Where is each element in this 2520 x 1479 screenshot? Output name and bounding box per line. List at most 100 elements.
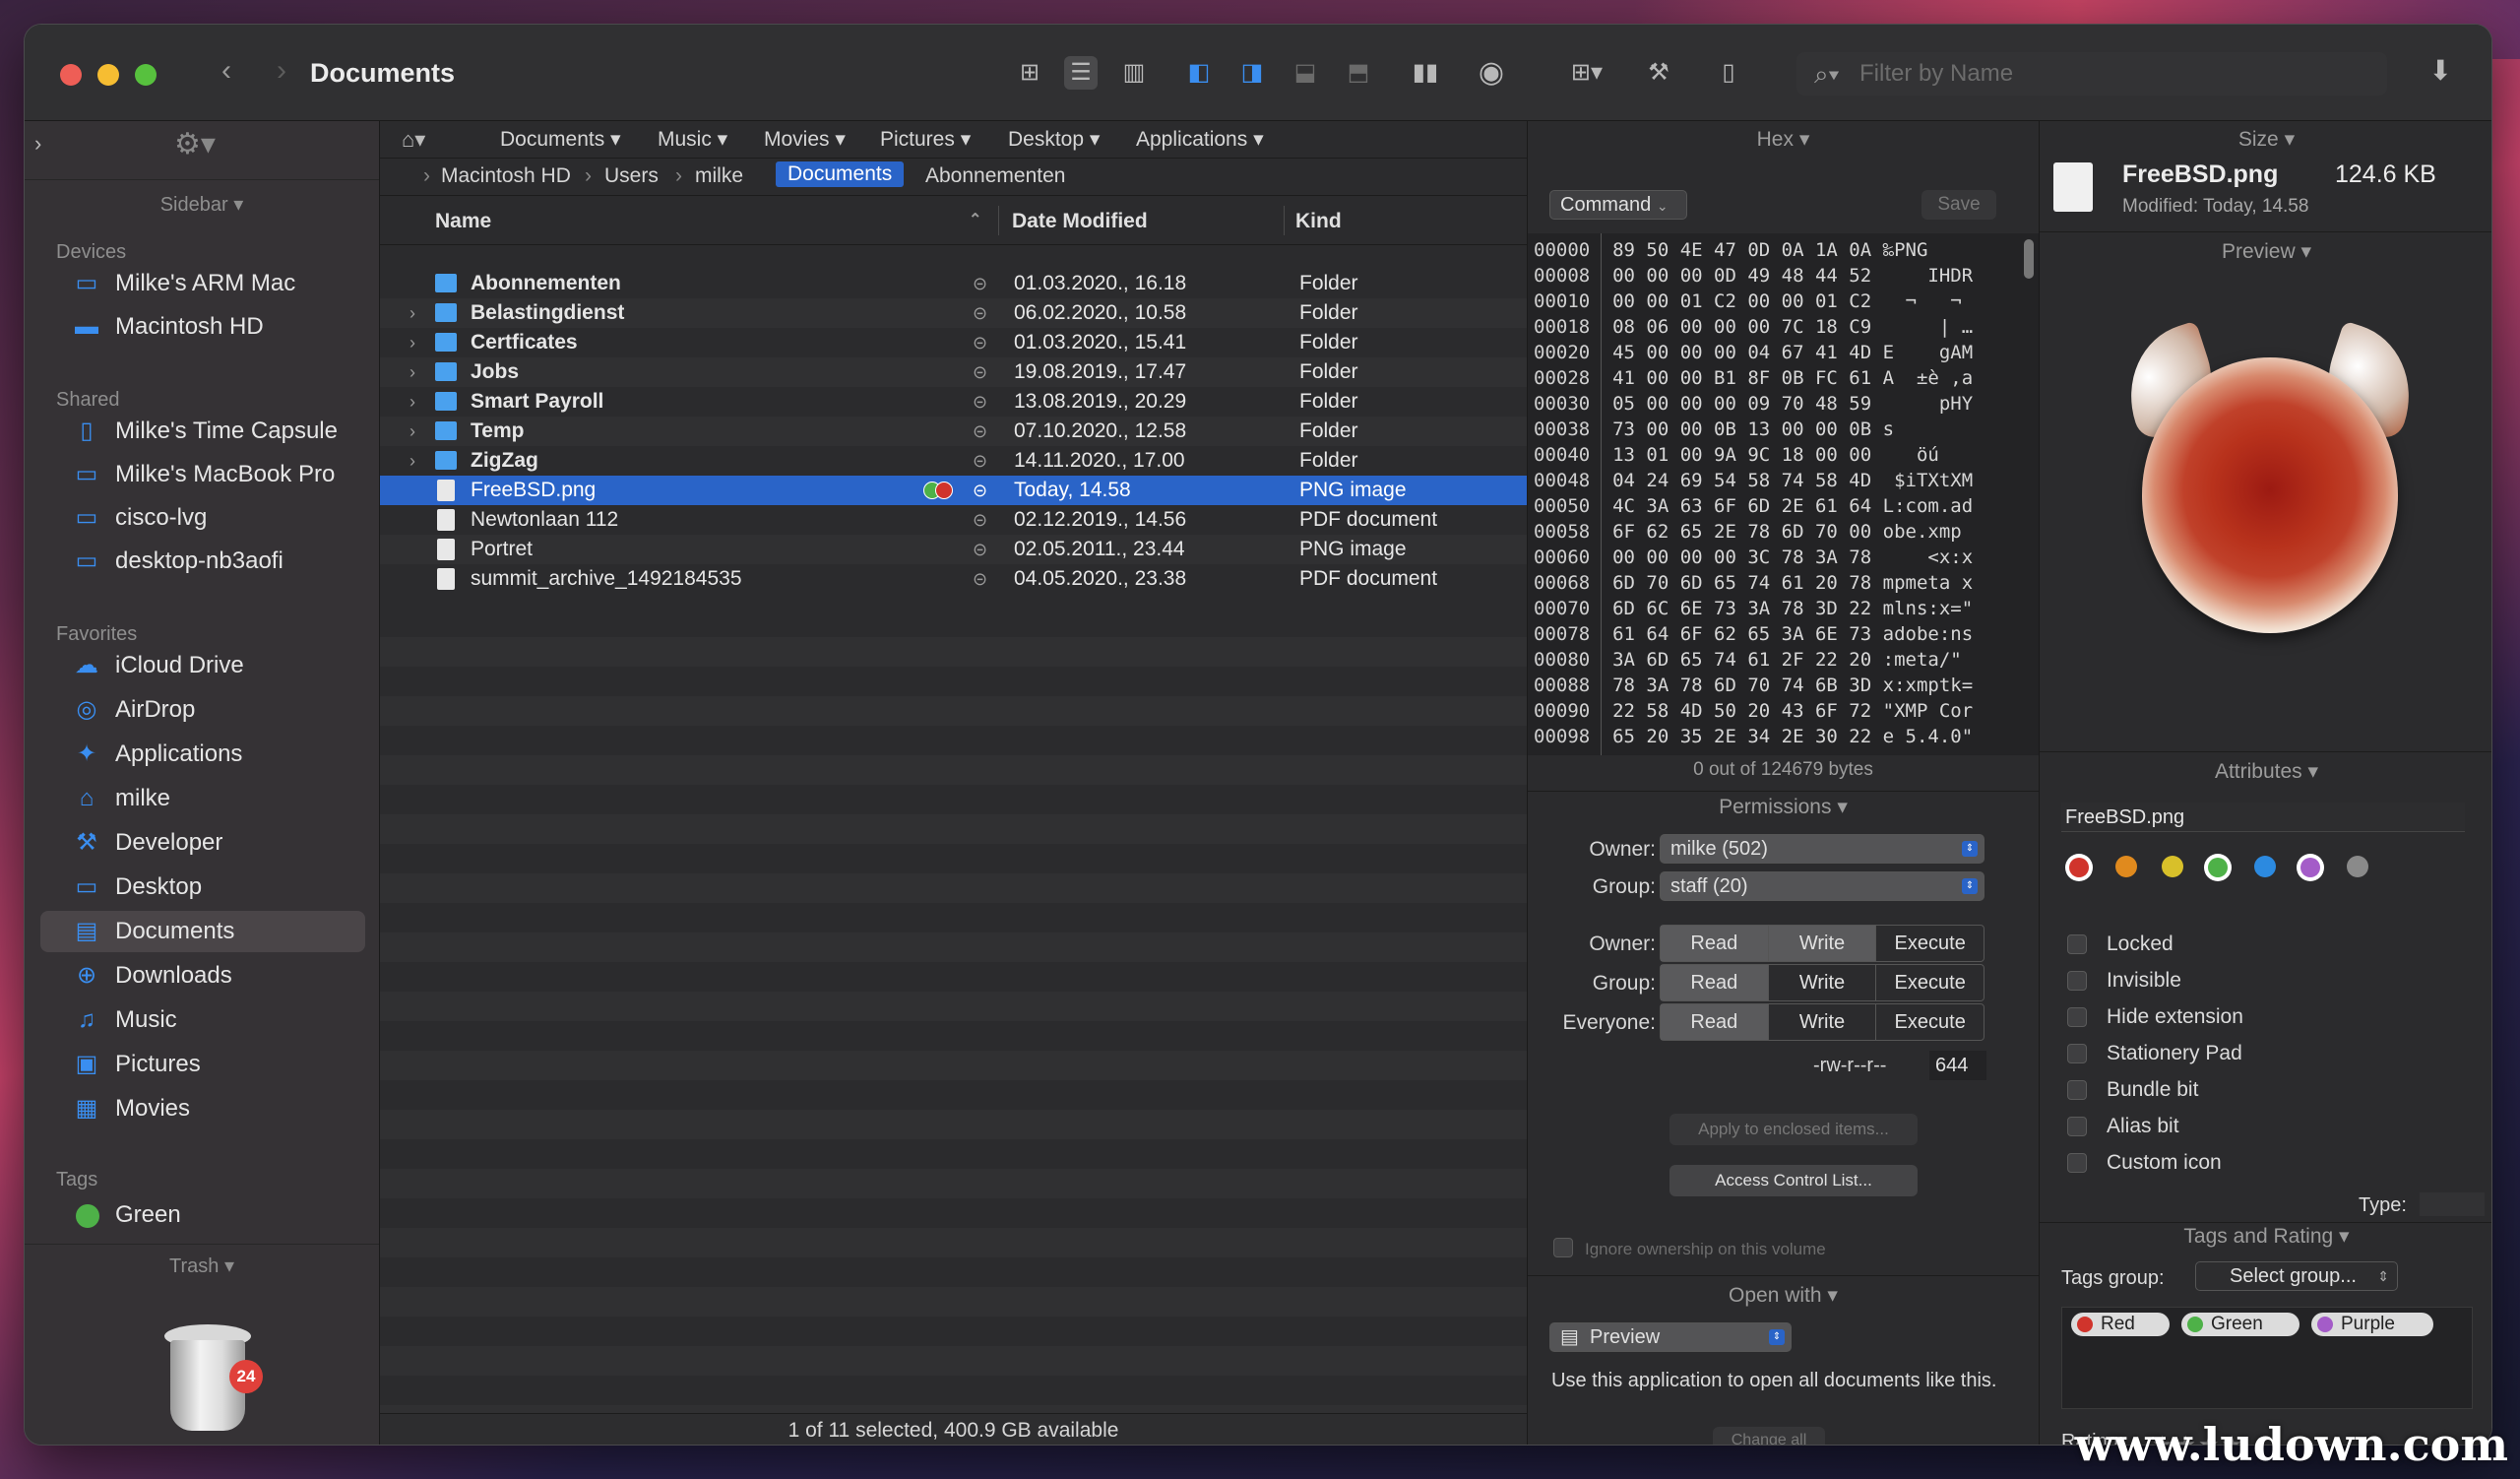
sidebar-item-cisco-lvg[interactable]: ▭ cisco-lvg <box>40 497 365 539</box>
gear-icon[interactable]: ⚙▾ <box>174 127 216 161</box>
attributes-name-field[interactable]: FreeBSD.png <box>2061 803 2465 832</box>
quick-look-eye-icon[interactable]: ◉ <box>1470 56 1513 90</box>
group-read-toggle[interactable]: Read <box>1661 965 1769 1000</box>
table-row[interactable]: › ZigZag ⊝ 14.11.2020., 17.00 Folder <box>380 446 1527 476</box>
alias-bit-checkbox[interactable] <box>2067 1117 2087 1136</box>
breadcrumb-documents[interactable]: Documents <box>776 161 905 187</box>
icon-view-icon[interactable]: ⊞ <box>1013 56 1046 90</box>
reveal-arrow-icon[interactable]: ⊝ <box>973 298 987 328</box>
tags-group-select[interactable]: Select group... ⇕ <box>2195 1261 2398 1291</box>
dual-pane-icon[interactable]: ▮▮ <box>1409 56 1442 90</box>
close-button[interactable] <box>60 64 82 86</box>
forward-button[interactable]: › <box>267 54 296 88</box>
owner-execute-toggle[interactable]: Execute <box>1876 926 1984 961</box>
reveal-arrow-icon[interactable]: ⊝ <box>973 387 987 417</box>
left-panel-toggle-icon[interactable]: ◧ <box>1182 56 1216 90</box>
home-icon[interactable]: ⌂▾ <box>402 127 425 153</box>
hex-header[interactable]: Hex ▾ <box>1528 127 2039 152</box>
hex-mode-popup[interactable]: Command ⌄ <box>1549 190 1687 220</box>
empty-list-area[interactable] <box>380 608 1527 1415</box>
favbar-pictures[interactable]: Pictures ▾ <box>880 127 971 152</box>
back-button[interactable]: ‹ <box>212 54 241 88</box>
column-divider[interactable] <box>998 206 999 235</box>
sidebar-item-desktop-nb3aofi[interactable]: ▭ desktop-nb3aofi <box>40 541 365 582</box>
sidebar-item-music[interactable]: ♫ Music <box>40 999 365 1041</box>
sidebar-item-applications[interactable]: ✦ Applications <box>40 734 365 775</box>
sidebar-item-documents[interactable]: ▤ Documents <box>40 911 365 952</box>
invisible-checkbox[interactable] <box>2067 971 2087 991</box>
label-color-swatch[interactable] <box>2162 856 2183 877</box>
bottom-panel-icon[interactable]: ⬓ <box>1289 56 1322 90</box>
sidebar-item-developer[interactable]: ⚒ Developer <box>40 822 365 864</box>
sidebar-item-desktop[interactable]: ▭ Desktop <box>40 867 365 908</box>
sidebar-item-time-capsule[interactable]: ▯ Milke's Time Capsule <box>40 411 365 452</box>
bundle-bit-checkbox[interactable] <box>2067 1080 2087 1100</box>
new-document-icon[interactable]: ▯ <box>1712 56 1745 90</box>
disclosure-chevron-icon[interactable]: › <box>410 387 415 417</box>
sidebar-item-macbook-pro[interactable]: ▭ Milke's MacBook Pro <box>40 454 365 495</box>
owner-read-toggle[interactable]: Read <box>1661 926 1769 961</box>
owner-select[interactable]: milke (502) ⇕ <box>1660 834 1984 864</box>
reveal-arrow-icon[interactable]: ⊝ <box>973 328 987 357</box>
column-divider[interactable] <box>1284 206 1285 235</box>
table-row[interactable]: › Certficates ⊝ 01.03.2020., 15.41 Folder <box>380 328 1527 357</box>
reveal-arrow-icon[interactable]: ⊝ <box>973 357 987 387</box>
ignore-ownership-checkbox[interactable] <box>1553 1238 1573 1257</box>
hex-scrollbar[interactable] <box>2024 239 2034 279</box>
hide-extension-checkbox[interactable] <box>2067 1007 2087 1027</box>
table-row-selected[interactable]: FreeBSD.png ⊝ Today, 14.58 PNG image <box>380 476 1527 505</box>
apply-to-enclosed-button[interactable]: Apply to enclosed items... <box>1670 1114 1918 1145</box>
column-date-modified[interactable]: Date Modified <box>1012 210 1148 233</box>
everyone-write-toggle[interactable]: Write <box>1769 1004 1877 1040</box>
table-row[interactable]: summit_archive_1492184535 ⊝ 04.05.2020., 2… <box>380 564 1527 594</box>
reveal-arrow-icon[interactable]: ⊝ <box>973 476 987 505</box>
reveal-arrow-icon[interactable]: ⊝ <box>973 269 987 298</box>
breadcrumb-milke[interactable]: milke <box>695 164 743 188</box>
breadcrumb-macintosh-hd[interactable]: Macintosh HD <box>441 164 571 188</box>
sidebar-item-movies[interactable]: ▦ Movies <box>40 1088 365 1129</box>
label-color-swatch[interactable] <box>2069 858 2089 877</box>
favbar-applications[interactable]: Applications ▾ <box>1136 127 1264 152</box>
hex-save-button[interactable]: Save <box>1922 190 1996 220</box>
owner-write-toggle[interactable]: Write <box>1768 926 1877 961</box>
tag-pill[interactable]: Purple <box>2311 1313 2433 1336</box>
table-row[interactable]: Abonnementen ⊝ 01.03.2020., 16.18 Folder <box>380 269 1527 298</box>
favbar-documents[interactable]: Documents ▾ <box>500 127 621 152</box>
access-control-list-button[interactable]: Access Control List... <box>1670 1165 1918 1196</box>
list-view-icon[interactable]: ☰ <box>1064 56 1098 90</box>
reveal-arrow-icon[interactable]: ⊝ <box>973 417 987 446</box>
actions-tools-icon[interactable]: ⚒ <box>1637 56 1680 90</box>
group-execute-toggle[interactable]: Execute <box>1876 965 1984 1000</box>
sidebar-item-macintosh-hd[interactable]: ▬ Macintosh HD <box>40 306 365 348</box>
attributes-header[interactable]: Attributes ▾ <box>2040 759 2491 784</box>
tag-pill[interactable]: Red <box>2071 1313 2170 1336</box>
trash-can-icon[interactable]: 24 <box>160 1313 263 1433</box>
permissions-header[interactable]: Permissions ▾ <box>1528 795 2039 819</box>
label-color-swatch[interactable] <box>2347 856 2368 877</box>
sidebar-item-icloud-drive[interactable]: ☁ iCloud Drive <box>40 645 365 686</box>
reveal-arrow-icon[interactable]: ⊝ <box>973 446 987 476</box>
table-row[interactable]: › Belastingdienst ⊝ 06.02.2020., 10.58 Folde… <box>380 298 1527 328</box>
trash-header[interactable]: Trash ▾ <box>25 1254 379 1278</box>
label-color-swatch[interactable] <box>2115 856 2137 877</box>
table-row[interactable]: › Temp ⊝ 07.10.2020., 12.58 Folder <box>380 417 1527 446</box>
stationery-pad-checkbox[interactable] <box>2067 1044 2087 1063</box>
sidebar-item-airdrop[interactable]: ◎ AirDrop <box>40 689 365 731</box>
disclosure-chevron-icon[interactable]: › <box>410 446 415 476</box>
group-write-toggle[interactable]: Write <box>1769 965 1877 1000</box>
label-color-swatch[interactable] <box>2208 858 2228 877</box>
top-panel-icon[interactable]: ⬒ <box>1342 56 1375 90</box>
label-color-swatch[interactable] <box>2254 856 2276 877</box>
change-all-button[interactable]: Change all <box>1713 1427 1825 1445</box>
reveal-arrow-icon[interactable]: ⊝ <box>973 535 987 564</box>
sidebar-item-tag-green[interactable]: Green <box>40 1194 365 1236</box>
label-color-swatch[interactable] <box>2300 858 2320 877</box>
sidebar-collapse-chevron-icon[interactable]: › <box>34 131 41 157</box>
column-kind[interactable]: Kind <box>1295 210 1342 233</box>
table-row[interactable]: › Jobs ⊝ 19.08.2019., 17.47 Folder <box>380 357 1527 387</box>
favbar-music[interactable]: Music ▾ <box>658 127 727 152</box>
open-with-select[interactable]: ▤ Preview ⇕ <box>1549 1322 1792 1352</box>
hex-view[interactable]: 00000 89 50 4E 47 0D 0A 1A 0A ‰PNG 00008… <box>1528 233 2040 755</box>
custom-icon-checkbox[interactable] <box>2067 1153 2087 1173</box>
column-name[interactable]: Name <box>435 210 491 233</box>
